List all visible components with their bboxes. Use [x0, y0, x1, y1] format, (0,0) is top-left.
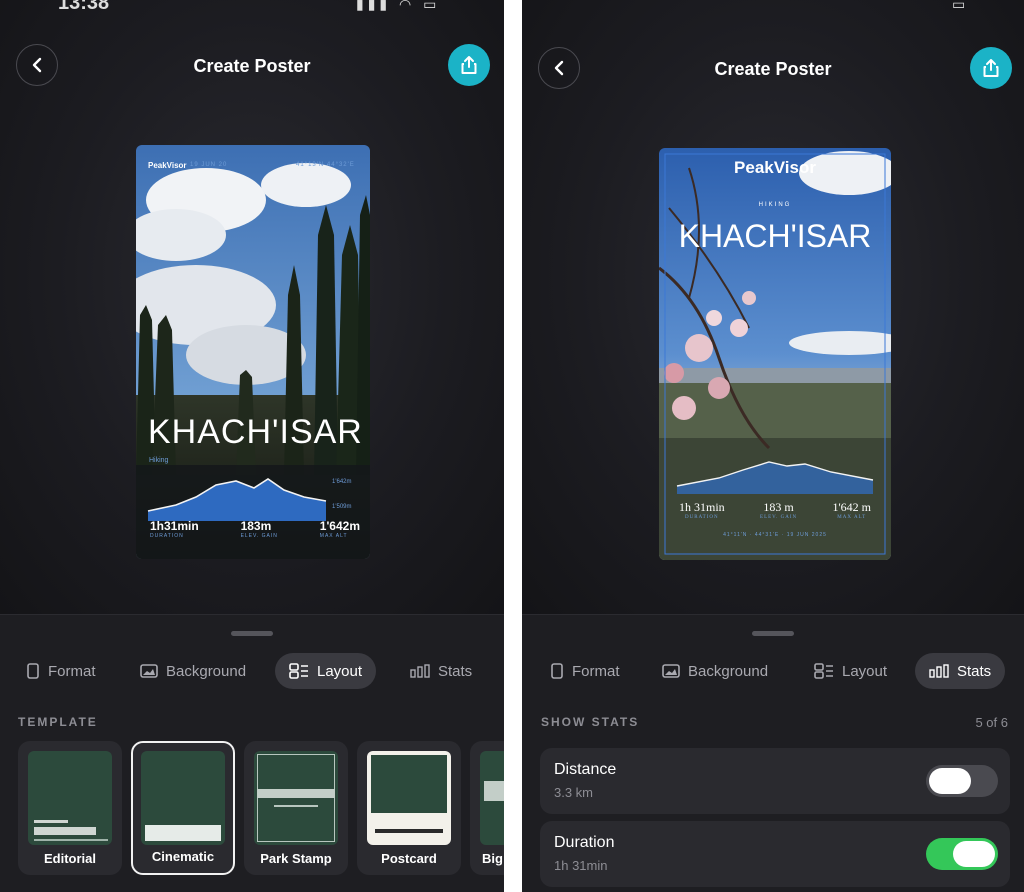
sheet-grabber[interactable] [752, 631, 794, 636]
poster-photo [136, 145, 370, 559]
stat-option-duration: Duration 1h 31min [540, 821, 1010, 887]
share-icon [461, 56, 477, 74]
template-thumbnail [28, 751, 112, 845]
section-label-show-stats: SHOW STATS [541, 715, 640, 729]
stats-icon [929, 664, 949, 678]
template-park-stamp[interactable]: Park Stamp [244, 741, 348, 875]
screen-layout: 13:38 ▮▮▮ ◠ ▭ Create Poster PeakVisor 19… [0, 0, 504, 892]
template-editorial[interactable]: Editorial [18, 741, 122, 875]
poster-place: KHACH'ISAR [148, 413, 363, 451]
settings-sheet: Format Background Layout Stats SHOW STAT… [522, 614, 1024, 892]
format-icon [27, 663, 39, 679]
tab-format[interactable]: Format [12, 653, 110, 689]
settings-sheet: Format Background Layout Stats TEMPLATE … [0, 614, 504, 892]
duration-toggle[interactable] [926, 838, 998, 870]
poster-stats: 1h 31min DURATION 183 m ELEV. GAIN 1'642 m… [679, 500, 871, 520]
image-icon [662, 664, 680, 678]
format-icon [551, 663, 563, 679]
layout-icon [814, 663, 833, 679]
poster-coords: 41°13'N 44°32'E [296, 162, 355, 168]
poster-activity: HIKING [758, 202, 792, 208]
poster-brand: PeakVisor [734, 158, 816, 177]
poster-place: KHACH'ISAR [678, 218, 872, 254]
template-thumbnail [254, 751, 338, 845]
distance-toggle[interactable] [926, 765, 998, 797]
poster-alt-bottom: 1'509m [332, 504, 352, 510]
tab-stats[interactable]: Stats [915, 653, 1006, 689]
poster-stat: 1h31min DURATION [150, 519, 199, 539]
status-icons: ▮▮▮ ◠ ▭ [356, 0, 441, 12]
poster-photo [659, 148, 891, 560]
poster-brand: PeakVisor [148, 161, 187, 170]
tab-format[interactable]: Format [536, 653, 634, 689]
poster-preview[interactable]: PeakVisor 19 JUN 20 41°13'N 44°32'E KHAC… [136, 145, 370, 559]
stats-count: 5 of 6 [975, 715, 1008, 730]
share-button[interactable] [448, 44, 490, 86]
tab-layout[interactable]: Layout [800, 653, 901, 689]
poster-preview[interactable]: PeakVisor HIKING KHACH'ISAR 1h 31min DURA… [659, 148, 891, 560]
template-cinematic[interactable]: Cinematic [131, 741, 235, 875]
share-icon [983, 59, 999, 77]
share-button[interactable] [970, 47, 1012, 89]
stat-option-distance: Distance 3.3 km [540, 748, 1010, 814]
poster-stats: 1h31min DURATION 183m ELEV. GAIN 1'642m MAX… [150, 519, 360, 539]
template-thumbnail [141, 751, 225, 845]
image-icon [140, 664, 158, 678]
tab-background[interactable]: Background [126, 653, 260, 689]
poster-date: 19 JUN 20 [190, 162, 228, 168]
poster-footer: 41°11'N · 44°31'E · 19 JUN 2025 [723, 532, 827, 538]
poster-stat: 183m ELEV. GAIN [240, 519, 278, 539]
template-thumbnail [367, 751, 451, 845]
tab-layout[interactable]: Layout [275, 653, 377, 689]
status-time: 13:38 [58, 0, 110, 14]
page-title: Create Poster [193, 56, 311, 76]
template-postcard[interactable]: Postcard [357, 741, 461, 875]
template-thumbnail [480, 751, 504, 845]
section-label-template: TEMPLATE [18, 715, 98, 729]
sheet-grabber[interactable] [231, 631, 273, 636]
poster-alt-top: 1'642m [332, 479, 352, 485]
template-big[interactable]: Big [470, 741, 504, 875]
screen-stats: ▭ Create Poster PeakVisor HIKING KHACH'I… [522, 0, 1024, 892]
layout-icon [289, 663, 308, 679]
stats-icon [410, 664, 430, 678]
tab-background[interactable]: Background [648, 653, 782, 689]
page-title: Create Poster [714, 59, 832, 79]
tab-stats[interactable]: Stats [396, 653, 486, 689]
poster-stat: 1h 31min DURATION [679, 500, 725, 520]
poster-stat: 1'642 m MAX ALT [832, 500, 872, 520]
poster-stat: 1'642m MAX ALT [319, 519, 360, 539]
status-icons: ▭ [952, 0, 970, 12]
poster-activity: Hiking [149, 457, 169, 464]
poster-stat: 183 m ELEV. GAIN [760, 500, 798, 520]
